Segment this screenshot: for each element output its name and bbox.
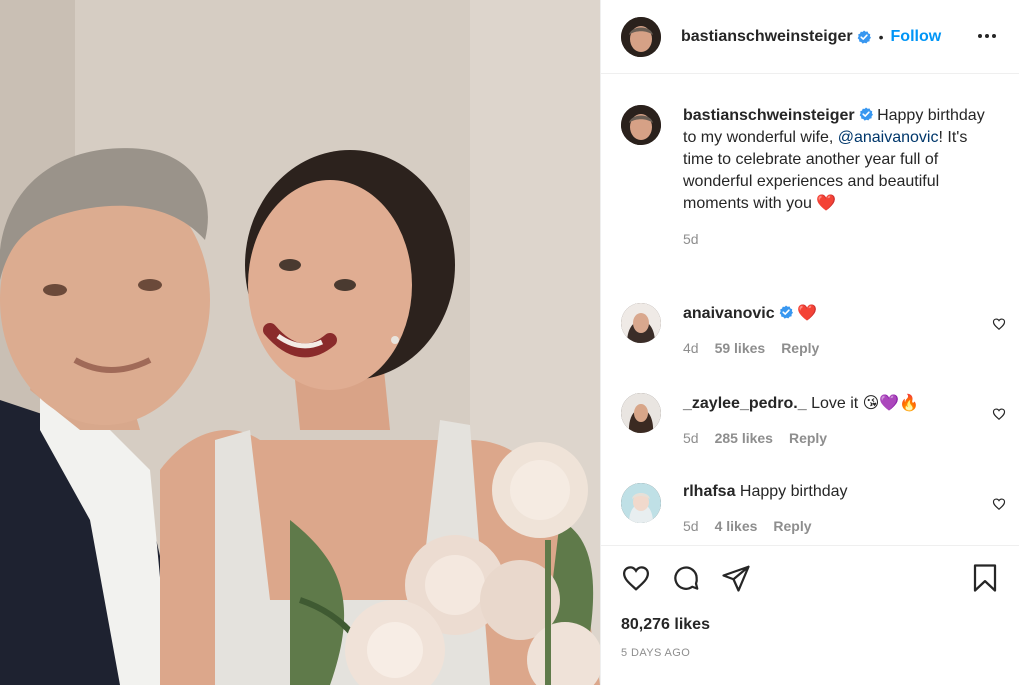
comment-item: _zaylee_pedro._ Love it 😘💜🔥 5d 285 likes… xyxy=(621,393,1006,446)
post-photo-illustration xyxy=(0,0,600,685)
comment-like-heart-icon[interactable] xyxy=(992,317,1006,331)
post-header: bastianschweinsteiger • Follow xyxy=(601,0,1019,74)
comment-avatar[interactable] xyxy=(621,483,661,523)
comment-meta: 4d 59 likes Reply xyxy=(683,340,983,356)
caption-text: bastianschweinsteiger Happy birthday to … xyxy=(683,105,1001,215)
post-panel: bastianschweinsteiger • Follow bastiansc… xyxy=(600,0,1019,685)
verified-badge-icon xyxy=(859,107,873,121)
comment-body: anaivanovic ❤️ xyxy=(683,303,983,323)
comment-reply-button[interactable]: Reply xyxy=(773,518,811,534)
comment-emoji: ❤️ xyxy=(797,305,817,322)
post-likes-count[interactable]: 80,276 likes xyxy=(621,616,710,634)
heart-icon[interactable] xyxy=(620,563,652,593)
comment-likes[interactable]: 285 likes xyxy=(715,430,773,446)
comment-meta: 5d 285 likes Reply xyxy=(683,430,983,446)
comment-body: rlhafsa Happy birthday xyxy=(683,483,983,501)
caption-author-avatar[interactable] xyxy=(621,105,661,145)
comment-avatar[interactable] xyxy=(621,303,661,343)
comment-reply-button[interactable]: Reply xyxy=(789,430,827,446)
caption-time[interactable]: 5d xyxy=(683,231,1001,247)
caption-username[interactable]: bastianschweinsteiger xyxy=(683,107,855,124)
post-caption: bastianschweinsteiger Happy birthday to … xyxy=(621,105,1001,247)
comment-emoji: 😘💜🔥 xyxy=(862,395,920,412)
comment-item: rlhafsa Happy birthday 5d 4 likes Reply xyxy=(621,483,1006,534)
author-avatar[interactable] xyxy=(621,16,661,57)
bookmark-icon[interactable] xyxy=(970,562,1000,594)
verified-badge-icon xyxy=(779,305,793,319)
caption-mention-link[interactable]: @anaivanovic xyxy=(838,129,939,146)
verified-badge-icon xyxy=(857,30,871,44)
author-username[interactable]: bastianschweinsteiger xyxy=(681,28,853,46)
comment-likes[interactable]: 4 likes xyxy=(715,518,758,534)
follow-button[interactable]: Follow xyxy=(891,28,942,46)
comment-reply-button[interactable]: Reply xyxy=(781,340,819,356)
comment-username[interactable]: anaivanovic xyxy=(683,305,775,322)
comment-text: Love it xyxy=(811,395,859,412)
comment-username[interactable]: _zaylee_pedro._ xyxy=(683,395,807,412)
more-options-icon[interactable] xyxy=(976,26,998,46)
comments-list[interactable]: bastianschweinsteiger Happy birthday to … xyxy=(601,75,1019,545)
post-timestamp[interactable]: 5 DAYS AGO xyxy=(621,647,690,659)
caption-emoji: ❤️ xyxy=(816,195,837,212)
post-photo[interactable] xyxy=(0,0,600,685)
comment-icon[interactable] xyxy=(670,563,702,593)
comment-like-heart-icon[interactable] xyxy=(992,407,1006,421)
comment-item: anaivanovic ❤️ 4d 59 likes Reply xyxy=(621,303,1006,356)
post-actions: 80,276 likes 5 DAYS AGO xyxy=(601,545,1019,685)
comment-time[interactable]: 5d xyxy=(683,430,699,446)
comment-like-heart-icon[interactable] xyxy=(992,497,1006,511)
comment-username[interactable]: rlhafsa xyxy=(683,483,735,500)
comment-time[interactable]: 5d xyxy=(683,518,699,534)
comment-body: _zaylee_pedro._ Love it 😘💜🔥 xyxy=(683,393,983,413)
comment-meta: 5d 4 likes Reply xyxy=(683,518,983,534)
comment-time[interactable]: 4d xyxy=(683,340,699,356)
share-icon[interactable] xyxy=(720,563,752,593)
comment-avatar[interactable] xyxy=(621,393,661,433)
comment-text: Happy birthday xyxy=(739,483,848,500)
header-separator: • xyxy=(878,28,884,45)
comment-likes[interactable]: 59 likes xyxy=(715,340,766,356)
